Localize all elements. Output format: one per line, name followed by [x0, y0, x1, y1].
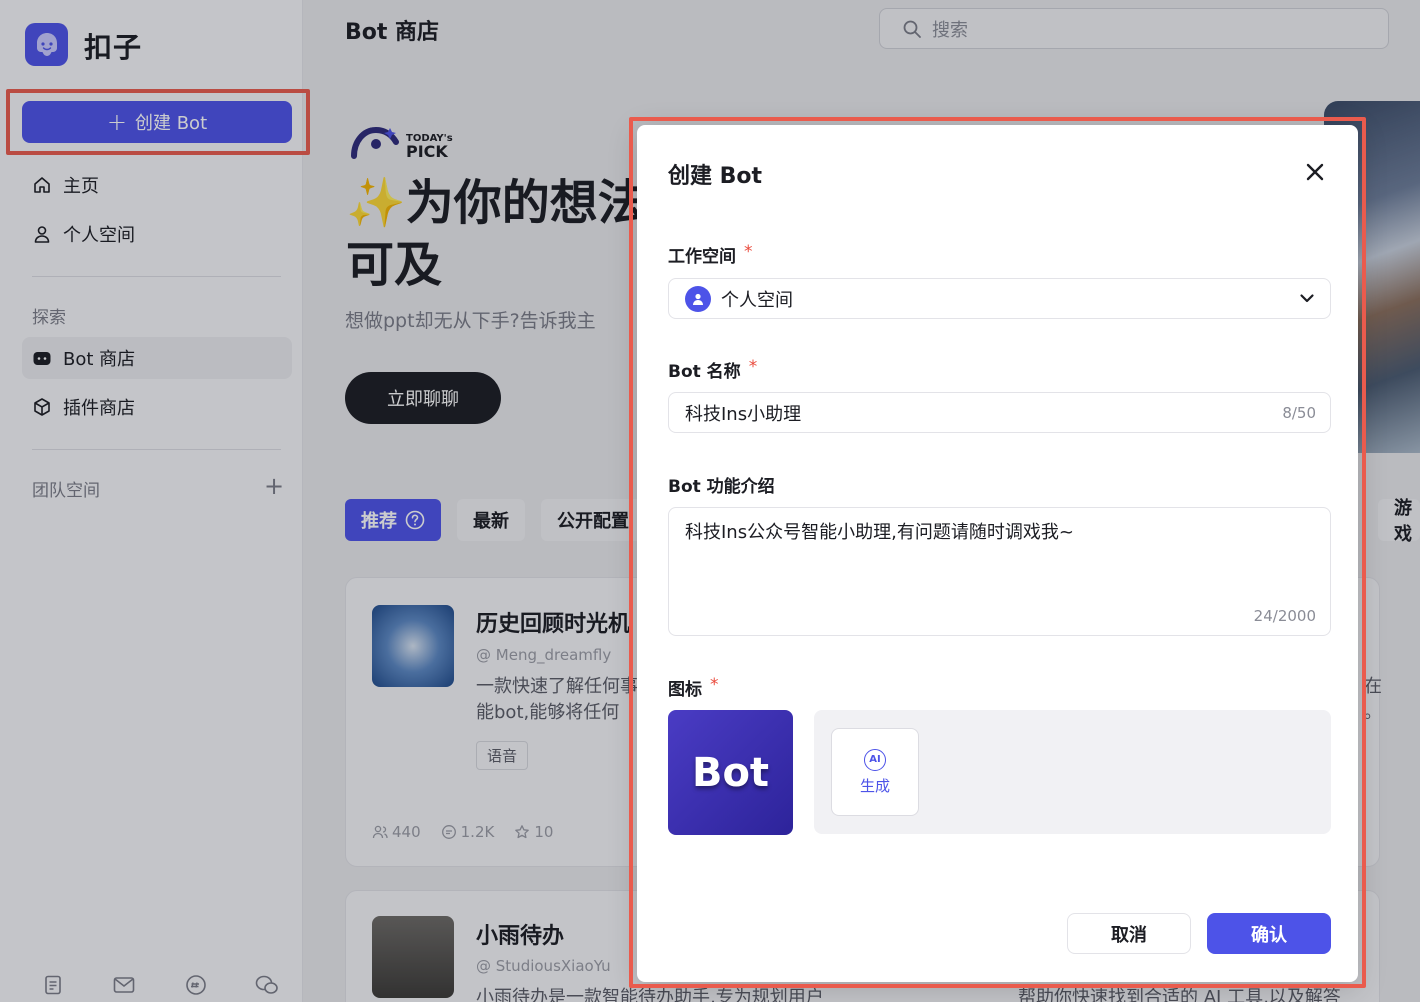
close-icon[interactable] — [1301, 158, 1329, 186]
bot-name-value: 科技Ins小助理 — [685, 403, 802, 425]
workspace-label: 工作空间 * — [668, 242, 753, 267]
ai-generate-label: 生成 — [859, 776, 890, 795]
dialog-title: 创建 Bot — [668, 164, 763, 189]
bot-name-input[interactable]: 科技Ins小助理 8/50 — [668, 392, 1331, 433]
bot-description-label: Bot 功能介绍 — [668, 477, 775, 497]
confirm-button[interactable]: 确认 — [1207, 913, 1331, 954]
bot-icon-text: Bot — [691, 749, 770, 796]
chevron-down-icon — [1300, 294, 1314, 303]
workspace-value: 个人空间 — [721, 289, 793, 311]
bot-name-counter: 8/50 — [1282, 404, 1316, 422]
bot-description-value: 科技Ins公众号智能小助理,有问题请随时调戏我~ — [685, 522, 1074, 543]
bot-icon-preview[interactable]: Bot — [668, 710, 793, 835]
workspace-select[interactable]: 个人空间 — [668, 278, 1331, 319]
ai-generate-button[interactable]: AI 生成 — [831, 728, 919, 816]
bot-description-counter: 24/2000 — [1253, 607, 1316, 625]
personal-avatar-icon — [685, 285, 711, 312]
bot-description-textarea[interactable]: 科技Ins公众号智能小助理,有问题请随时调戏我~ 24/2000 — [668, 507, 1331, 636]
icon-options-area: AI 生成 — [814, 710, 1331, 834]
ai-sparkle-icon: AI — [864, 748, 886, 771]
bot-name-label: Bot 名称 * — [668, 357, 758, 382]
cancel-button[interactable]: 取消 — [1067, 913, 1191, 954]
create-bot-dialog: 创建 Bot 工作空间 * 个人空间 Bot 名称 * 科技Ins小助理 8/50 … — [637, 125, 1358, 982]
icon-label: 图标 * — [668, 675, 719, 700]
